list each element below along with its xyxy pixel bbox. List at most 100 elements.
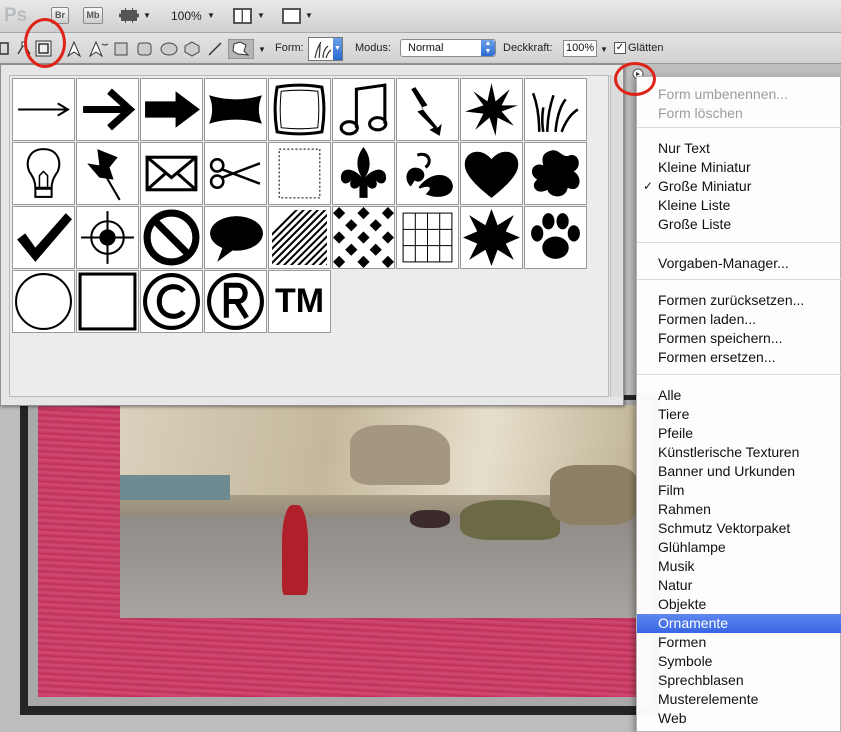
shape-cell[interactable] xyxy=(268,206,331,269)
menu-item[interactable]: Formen speichern... xyxy=(637,329,841,348)
beach-photo xyxy=(120,405,638,618)
menu-item[interactable]: Rahmen xyxy=(637,500,841,519)
shape-cell[interactable] xyxy=(140,142,203,205)
mode-select[interactable]: Normal ▲ ▼ xyxy=(400,39,496,57)
menu-item[interactable]: Schmutz Vektorpaket xyxy=(637,519,841,538)
shape-cell[interactable]: TM xyxy=(268,270,331,333)
menu-item[interactable]: Tiere xyxy=(637,405,841,424)
freeform-pen-icon[interactable] xyxy=(87,40,109,58)
shape-cell[interactable] xyxy=(204,142,267,205)
menu-item[interactable]: Ornamente xyxy=(637,614,841,633)
menu-item[interactable]: Kleine Miniatur xyxy=(637,158,841,177)
shape-layers-icon[interactable] xyxy=(0,41,14,57)
screen-mode-icon[interactable] xyxy=(282,8,301,24)
menu-item[interactable]: Natur xyxy=(637,576,841,595)
menu-item[interactable]: Musterelemente xyxy=(637,690,841,709)
rectangle-tool-icon[interactable] xyxy=(114,42,128,56)
shape-cell[interactable] xyxy=(460,206,523,269)
shape-cell[interactable] xyxy=(396,206,459,269)
shape-cell[interactable] xyxy=(140,206,203,269)
lightbulb-icon xyxy=(26,148,61,198)
menu-item[interactable]: Formen laden... xyxy=(637,310,841,329)
shape-cell[interactable] xyxy=(524,142,587,205)
menu-item[interactable]: Symbole xyxy=(637,652,841,671)
paths-icon[interactable] xyxy=(16,41,32,57)
star-burst-icon xyxy=(465,83,518,136)
chevron-down-icon[interactable]: ▼ xyxy=(207,11,215,20)
shape-cell[interactable] xyxy=(140,78,203,141)
menu-item[interactable]: Große Liste xyxy=(637,215,841,234)
menu-item-label: Formen laden... xyxy=(658,311,757,327)
menu-item[interactable]: Nur Text xyxy=(637,139,841,158)
arrow-bold-icon xyxy=(83,88,136,131)
chevron-down-icon[interactable]: ▼ xyxy=(600,45,608,54)
fill-pixels-icon[interactable] xyxy=(35,40,52,57)
fleur-de-lis-icon xyxy=(340,147,387,198)
shape-cell[interactable] xyxy=(524,206,587,269)
menu-item[interactable]: ✓ Große Miniatur xyxy=(637,177,841,196)
bridge-button[interactable]: Br xyxy=(51,7,69,24)
shape-cell[interactable] xyxy=(12,142,75,205)
shape-cell[interactable] xyxy=(332,142,395,205)
shape-cell[interactable] xyxy=(396,142,459,205)
shape-cell[interactable] xyxy=(76,78,139,141)
menu-item-label: Objekte xyxy=(658,596,707,612)
picker-scrollbar[interactable] xyxy=(610,75,622,397)
shape-cell[interactable] xyxy=(332,78,395,141)
shape-cell[interactable] xyxy=(524,78,587,141)
shape-cell[interactable] xyxy=(396,78,459,141)
menu-item-label: Banner und Urkunden xyxy=(658,463,795,479)
form-picker-swatch[interactable]: ▼ xyxy=(308,37,343,61)
shape-cell[interactable] xyxy=(268,142,331,205)
shape-cell[interactable] xyxy=(76,206,139,269)
shape-cell[interactable] xyxy=(204,206,267,269)
menu-item[interactable]: Pfeile xyxy=(637,424,841,443)
shape-cell[interactable] xyxy=(12,206,75,269)
menu-item[interactable]: Objekte xyxy=(637,595,841,614)
menu-item[interactable]: Banner und Urkunden xyxy=(637,462,841,481)
zoom-level[interactable]: 100% xyxy=(171,9,202,23)
custom-shape-tool-icon[interactable] xyxy=(228,39,254,59)
ellipse-tool-icon[interactable] xyxy=(160,42,178,56)
shape-cell[interactable] xyxy=(268,78,331,141)
chevron-down-icon[interactable]: ▼ xyxy=(257,11,265,20)
opacity-input[interactable]: 100% xyxy=(563,40,597,57)
minibridge-button[interactable]: Mb xyxy=(83,7,103,24)
menu-item[interactable]: Künstlerische Texturen xyxy=(637,443,841,462)
menu-item[interactable]: Formen ersetzen... xyxy=(637,348,841,367)
shape-cell[interactable] xyxy=(332,206,395,269)
shape-cell[interactable] xyxy=(204,270,267,333)
music-note-icon xyxy=(339,83,388,136)
film-strip-icon[interactable] xyxy=(119,8,139,23)
menu-item[interactable]: Web xyxy=(637,709,841,728)
pen-tool-icon[interactable] xyxy=(65,40,83,58)
menu-item[interactable]: Kleine Liste xyxy=(637,196,841,215)
polygon-tool-icon[interactable] xyxy=(184,41,200,57)
menu-item[interactable]: Formen xyxy=(637,633,841,652)
chevron-down-icon[interactable]: ▼ xyxy=(143,11,151,20)
shape-cell[interactable] xyxy=(140,270,203,333)
menu-item[interactable]: Alle xyxy=(637,386,841,405)
shape-cell[interactable] xyxy=(76,270,139,333)
chevron-down-icon[interactable]: ▼ xyxy=(258,45,266,54)
menu-item-label: Nur Text xyxy=(658,140,710,156)
shape-cell[interactable] xyxy=(460,142,523,205)
chevron-down-icon[interactable]: ▼ xyxy=(305,11,313,20)
menu-item[interactable]: Vorgaben-Manager... xyxy=(637,254,841,273)
menu-item[interactable]: Film xyxy=(637,481,841,500)
rounded-rectangle-tool-icon[interactable] xyxy=(137,42,152,56)
menu-item[interactable]: Glühlampe xyxy=(637,538,841,557)
arrange-documents-icon[interactable] xyxy=(233,8,252,24)
shape-cell[interactable] xyxy=(204,78,267,141)
shape-cell[interactable] xyxy=(76,142,139,205)
shape-cell[interactable] xyxy=(460,78,523,141)
chevron-down-icon[interactable]: ▼ xyxy=(333,38,342,60)
menu-item[interactable]: Musik xyxy=(637,557,841,576)
antialias-checkbox[interactable]: ✓ xyxy=(614,42,626,54)
menu-item[interactable]: Formen zurücksetzen... xyxy=(637,291,841,310)
menu-item[interactable]: Sprechblasen xyxy=(637,671,841,690)
application-bar: Ps Br Mb ▼ 100% ▼ ▼ ▼ xyxy=(0,0,841,33)
line-tool-icon[interactable] xyxy=(207,41,223,57)
shape-cell[interactable] xyxy=(12,78,75,141)
shape-cell[interactable] xyxy=(12,270,75,333)
